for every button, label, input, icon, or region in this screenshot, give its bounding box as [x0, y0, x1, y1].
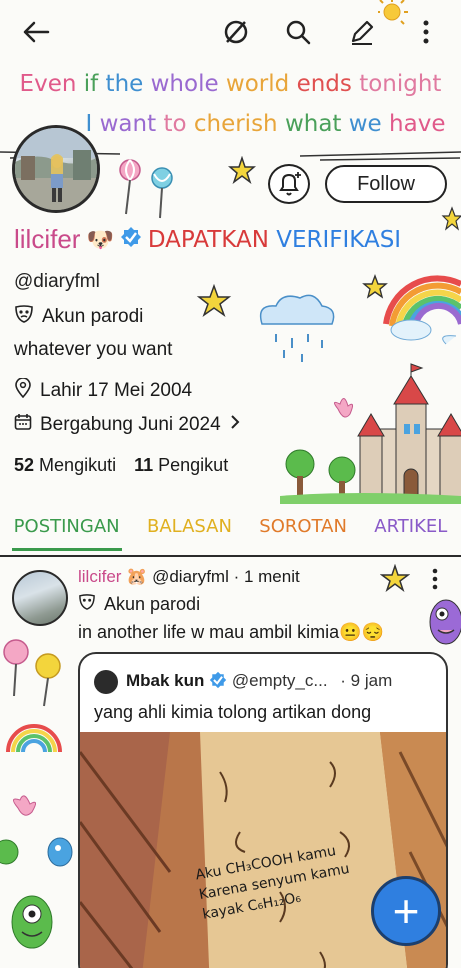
verified-badge-icon	[120, 224, 142, 255]
display-name: lilcifer	[14, 224, 81, 254]
banner-line2-word: have	[389, 111, 446, 137]
banner-line1-word: world	[225, 71, 297, 97]
profile-avatar[interactable]	[12, 125, 100, 213]
followers-stat[interactable]: 11 Pengikut	[134, 455, 228, 476]
parody-label: Akun parodi	[42, 306, 144, 327]
banner-line2-word: to	[163, 111, 194, 137]
tab-sorotan[interactable]: SOROTAN	[259, 510, 347, 552]
profile-bio: whatever you want	[14, 339, 173, 360]
sun-doodle-icon	[370, 0, 410, 28]
rainbow-castle-doodle	[259, 275, 461, 504]
banner-line1-word: Even	[19, 71, 84, 97]
chevron-right-icon	[229, 414, 241, 436]
quoted-author-name: Mbak kun	[126, 671, 205, 690]
search-icon[interactable]	[280, 14, 316, 50]
banner-line2-word: what	[284, 111, 349, 137]
banner-line2-word: we	[348, 111, 390, 137]
slashed-circle-icon[interactable]	[218, 14, 254, 50]
more-vertical-icon[interactable]	[412, 14, 440, 50]
top-bar	[0, 0, 461, 64]
follow-stats: 52 Mengikuti 11 Pengikut	[14, 455, 228, 476]
tab-artikel[interactable]: ARTIKEL	[374, 510, 447, 552]
birthday-text: Lahir 17 Mei 2004	[40, 380, 193, 401]
star-doodle-icon	[380, 564, 410, 592]
post-author-name[interactable]: lilcifer	[78, 567, 121, 586]
banner-line1-word: tonight	[359, 71, 442, 97]
tab-balasan[interactable]: BALASAN	[147, 510, 232, 552]
quoted-time: · 9 jam	[340, 671, 393, 690]
birthday-row: Lahir 17 Mei 2004	[14, 377, 193, 404]
banner-line1-word: if	[83, 71, 106, 97]
location-pin-icon	[14, 377, 32, 404]
banner-line1-word: whole	[150, 71, 226, 97]
get-verified-link[interactable]: DAPATKAN VERIFIKASI	[148, 227, 401, 253]
post-author-avatar[interactable]	[12, 570, 68, 626]
following-stat[interactable]: 52 Mengikuti	[14, 455, 116, 476]
banner-line2-word: want	[99, 111, 164, 137]
quoted-text: yang ahli kimia tolong artikan dong	[94, 702, 372, 722]
banner-line1-word: ends	[296, 71, 360, 97]
back-arrow-icon[interactable]	[18, 14, 54, 50]
post-text: in another life w mau ambil kimia😐😔	[78, 622, 384, 642]
banner-line-1: Even if the whole world ends tonight	[0, 64, 461, 104]
mask-icon	[78, 594, 96, 615]
banner-line2-word: I	[85, 111, 100, 137]
calendar-icon	[14, 413, 32, 437]
quoted-author-avatar[interactable]	[94, 670, 118, 694]
banner-line2-word: cherish	[193, 111, 285, 137]
post-header: lilcifer 🐹 @diaryfml · 1 menit	[78, 567, 300, 587]
post-parody-row: Akun parodi	[78, 594, 200, 615]
active-tab-indicator	[12, 548, 122, 551]
star-doodle-icon	[228, 156, 256, 184]
joined-row[interactable]: Bergabung Juni 2024	[14, 413, 241, 437]
purple-monster-doodle	[429, 599, 461, 645]
compose-fab-button[interactable]: +	[371, 876, 441, 946]
follow-button[interactable]: Follow	[325, 165, 447, 203]
tab-postingan[interactable]: POSTINGAN	[14, 510, 120, 552]
quoted-header: Mbak kun @empty_c... · 9 jam	[126, 671, 392, 691]
bell-plus-icon	[279, 172, 301, 196]
notification-bell-button[interactable]	[268, 164, 310, 204]
post-handle-time: @diaryfml · 1 menit	[152, 567, 300, 586]
quoted-handle: @empty_c...	[231, 671, 328, 690]
post-parody-label: Akun parodi	[104, 594, 201, 614]
post-author-emoji: 🐹	[126, 567, 148, 586]
lollipop-doodles	[119, 159, 173, 219]
profile-tabs: POSTINGAN BALASAN SOROTAN ARTIKEL	[0, 510, 461, 552]
star-doodle-icon	[441, 206, 461, 231]
star-doodle-icon	[362, 274, 388, 299]
profile-name-row: lilcifer 🐶 DAPATKAN VERIFIKASI	[14, 224, 401, 255]
verified-badge-icon	[209, 671, 227, 690]
banner-line1-word: the	[105, 71, 151, 97]
star-doodle-icon	[196, 284, 232, 317]
mask-icon	[14, 305, 34, 329]
plus-icon: +	[392, 885, 420, 937]
profile-handle: @diaryfml	[14, 271, 100, 292]
tabs-divider	[0, 555, 461, 557]
left-margin-doodles	[0, 639, 73, 949]
parody-row: Akun parodi	[14, 305, 143, 329]
joined-text: Bergabung Juni 2024	[40, 414, 221, 435]
name-emoji: 🐶	[86, 226, 114, 252]
